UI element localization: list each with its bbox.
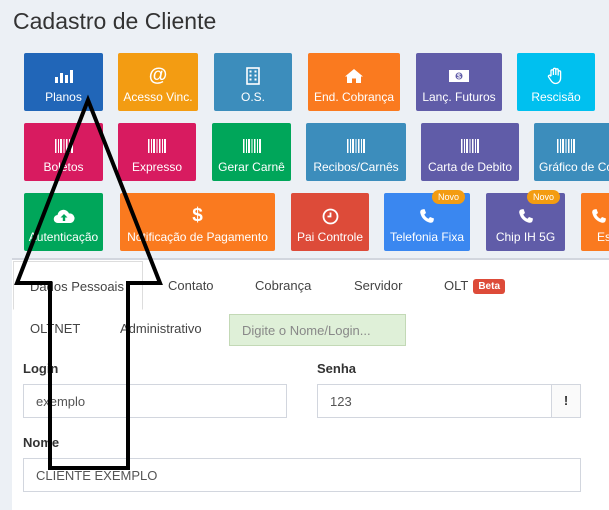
- login-label: Login: [23, 361, 59, 376]
- tile-label: Carta de Debito: [427, 160, 513, 174]
- tab-contato[interactable]: Contato: [168, 278, 214, 293]
- tile-pai-controle[interactable]: Pai Controle: [291, 193, 369, 251]
- senha-alert-button[interactable]: !: [551, 385, 580, 417]
- barcode-icon: [556, 137, 576, 155]
- tab-label: Dados Pessoais: [30, 279, 124, 294]
- barcode-icon: [421, 137, 519, 155]
- cloud-upload-icon: [24, 207, 103, 225]
- tile-label: Chip IH 5G: [495, 230, 556, 244]
- tile-es[interactable]: Es: [581, 193, 609, 251]
- tile-os[interactable]: O.S.: [214, 53, 292, 111]
- bar-chart-icon: [24, 67, 103, 85]
- nome-field[interactable]: CLIENTE EXEMPLO: [23, 458, 581, 492]
- phone-icon: [384, 207, 470, 225]
- nome-label: Nome: [23, 435, 60, 450]
- tile-expresso[interactable]: Expresso: [118, 123, 196, 181]
- barcode-icon: [118, 137, 196, 155]
- tile-label: Acesso Vinc.: [123, 90, 193, 104]
- tile-recibos-carnes[interactable]: Recibos/Carnês: [306, 123, 406, 181]
- tab-olt[interactable]: OLT Beta: [444, 278, 506, 295]
- phone-icon: [591, 207, 607, 225]
- login-field[interactable]: exemplo: [23, 384, 287, 418]
- search-input[interactable]: Digite o Nome/Login...: [229, 314, 406, 346]
- tile-label: Gráfico de Co: [539, 160, 609, 174]
- at-icon: @: [148, 65, 168, 86]
- building-icon: [214, 67, 292, 85]
- tile-label: Notificação de Pagamento: [127, 230, 268, 244]
- tab-label: OLT: [444, 278, 469, 293]
- page-title: Cadastro de Cliente: [13, 8, 217, 34]
- tile-rescisao[interactable]: Rescisão: [517, 53, 595, 111]
- tile-autenticacao[interactable]: Autenticação: [24, 193, 103, 251]
- tile-gerar-carne[interactable]: Gerar Carnê: [212, 123, 291, 181]
- tile-label: Boletos: [43, 160, 84, 174]
- tile-label: Rescisão: [531, 90, 581, 104]
- tile-label: Lanç. Futuros: [422, 90, 496, 104]
- tile-telefonia-fixa[interactable]: Novo Telefonia Fixa: [384, 190, 470, 251]
- tile-notificacao-pagamento[interactable]: $ Notificação de Pagamento: [120, 193, 275, 251]
- beta-badge: Beta: [473, 279, 506, 295]
- senha-value: 123: [330, 394, 352, 409]
- tile-lanc-futuros[interactable]: $ Lanç. Futuros: [416, 53, 502, 111]
- tile-label: O.S.: [240, 90, 265, 104]
- hand-icon: [517, 67, 595, 85]
- tile-label: Autenticação: [28, 230, 99, 244]
- tile-label: End. Cobrança: [313, 90, 395, 104]
- tile-label: Telefonia Fixa: [389, 230, 465, 244]
- tile-end-cobranca[interactable]: End. Cobrança: [308, 53, 400, 111]
- money-icon: $: [416, 67, 502, 85]
- phone-icon: [486, 207, 565, 225]
- barcode-icon: [24, 137, 103, 155]
- tab-dados-pessoais[interactable]: Dados Pessoais: [13, 261, 143, 310]
- tab-cobranca[interactable]: Cobrança: [255, 278, 311, 293]
- tab-oltnet[interactable]: OLTNET: [30, 321, 80, 336]
- dollar-icon: $: [192, 205, 203, 226]
- tile-carta-debito[interactable]: Carta de Debito: [421, 123, 519, 181]
- tile-planos[interactable]: Planos: [24, 53, 103, 111]
- tab-administrativo[interactable]: Administrativo: [120, 321, 202, 336]
- tile-boletos[interactable]: Boletos: [24, 123, 103, 181]
- barcode-icon: [212, 137, 291, 155]
- tab-servidor[interactable]: Servidor: [354, 278, 402, 293]
- tile-label: Pai Controle: [296, 230, 364, 244]
- tile-acesso-vinc[interactable]: @ Acesso Vinc.: [118, 53, 198, 111]
- tile-grafico-consumo[interactable]: Gráfico de Co: [534, 123, 609, 181]
- tile-label: Expresso: [131, 160, 183, 174]
- tile-chip-ih-5g[interactable]: Novo Chip IH 5G: [486, 190, 565, 251]
- home-icon: [308, 67, 400, 85]
- barcode-icon: [306, 137, 406, 155]
- tile-label: Planos: [45, 90, 82, 104]
- senha-field[interactable]: 123 !: [317, 384, 581, 418]
- new-badge: Novo: [431, 190, 465, 204]
- new-badge: Novo: [526, 190, 560, 204]
- tile-label: Es: [597, 230, 609, 244]
- senha-label: Senha: [317, 361, 357, 376]
- tile-label: Gerar Carnê: [218, 160, 285, 174]
- svg-text:$: $: [457, 74, 461, 81]
- tile-label: Recibos/Carnês: [313, 160, 399, 174]
- clock-icon: [291, 207, 369, 225]
